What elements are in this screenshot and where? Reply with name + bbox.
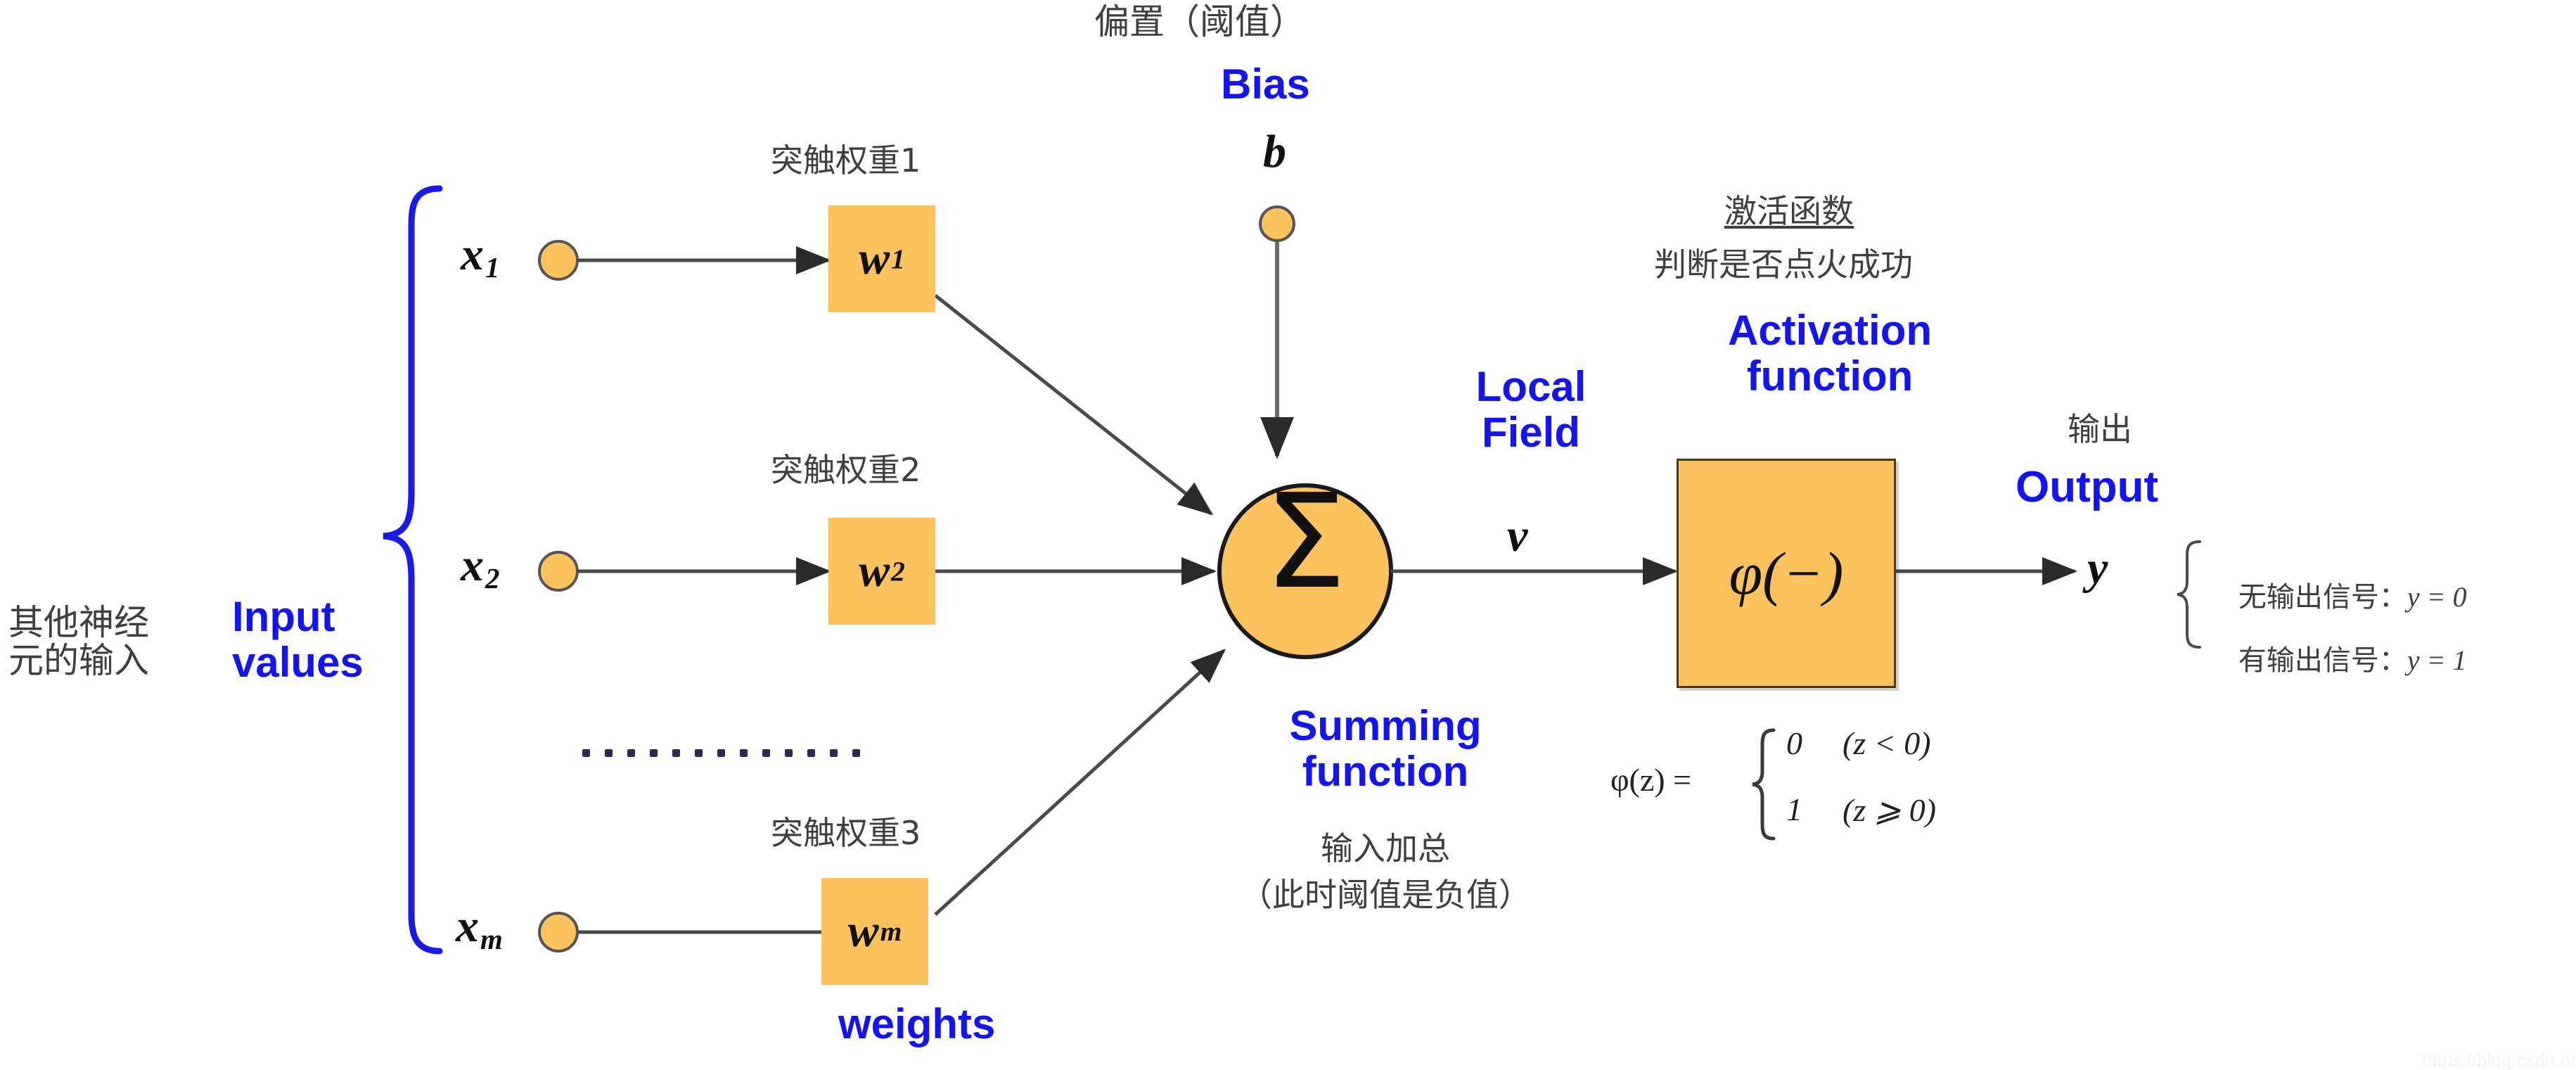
local-field-symbol: v xyxy=(1507,510,1528,561)
bias-label-cn: 偏置（阈值） xyxy=(1094,1,1305,42)
phi-formula-row-0-condition: (z < 0) xyxy=(1843,725,1931,761)
edge-w1-to-sum xyxy=(934,294,1214,516)
phi-formula-row-1-value: 1 xyxy=(1786,791,1802,827)
output-case-row-1: 有输出信号：y = 1 xyxy=(2203,595,2467,726)
bias-node xyxy=(1259,205,1295,242)
local-field-label-en: Local Field xyxy=(1475,363,1587,456)
input-node-xm xyxy=(538,912,579,953)
phi-formula-brace xyxy=(1752,728,1776,841)
input-symbol-x2: x2 xyxy=(461,540,500,595)
activation-function-box: φ(−) xyxy=(1677,459,1896,688)
input-ellipsis-dots xyxy=(582,749,860,757)
input-group-brace xyxy=(383,185,443,955)
inputs-group-label-en: Input values xyxy=(232,593,364,686)
site-watermark: https://blog.csdn.net/linxiaoyin xyxy=(2422,1050,2576,1070)
synapse-weight-label-2: 突触权重2 xyxy=(771,451,921,489)
phi-formula-row-0-value: 0 xyxy=(1786,725,1802,761)
weight-box-w2: w2 xyxy=(828,518,935,625)
activation-subtitle-cn: 判断是否点火成功 xyxy=(1654,246,1913,284)
weights-label-en: weights xyxy=(838,1000,996,1047)
input-symbol-x1: x1 xyxy=(461,229,500,284)
bias-symbol: b xyxy=(1263,126,1286,177)
summing-function-label-en: Summing function xyxy=(1289,702,1482,795)
input-node-x2 xyxy=(538,551,579,592)
synapse-weight-label-3: 突触权重3 xyxy=(771,814,921,852)
input-symbol-xm: xm xyxy=(456,900,503,956)
activation-label-en: Activation function xyxy=(1727,307,1933,400)
output-label-cn: 输出 xyxy=(2068,410,2132,448)
output-cases-brace xyxy=(2177,540,2201,649)
summing-label-cn-1: 输入加总 xyxy=(1321,829,1450,867)
summing-sigma-glyph: Σ xyxy=(1264,466,1347,618)
output-case-1-condition: 有输出信号： xyxy=(2238,644,2407,677)
inputs-group-label-cn: 其他神经 元的输入 xyxy=(8,602,149,681)
phi-formula-row-1-condition: (z ⩾ 0) xyxy=(1843,792,1937,828)
phi-formula-lhs: φ(z) = xyxy=(1610,762,1692,798)
synapse-weight-label-1: 突触权重1 xyxy=(771,141,921,179)
output-label-en: Output xyxy=(2016,463,2159,511)
output-case-1-value: y = 1 xyxy=(2407,644,2467,676)
activation-title-cn: 激活函数 xyxy=(1724,192,1854,230)
output-symbol: y xyxy=(2087,542,2108,594)
neuron-diagram-canvas: 其他神经 元的输入 Input values x1 x2 xm 突触权重1 w1… xyxy=(0,0,2576,1070)
weight-box-wm: wm xyxy=(821,878,928,985)
weight-box-w1: w1 xyxy=(828,205,935,312)
summing-label-cn-2: （此时阈值是负值） xyxy=(1240,876,1531,914)
input-node-x1 xyxy=(538,240,579,281)
edge-wm-to-sum xyxy=(934,649,1226,916)
bias-label-en: Bias xyxy=(1221,60,1310,108)
